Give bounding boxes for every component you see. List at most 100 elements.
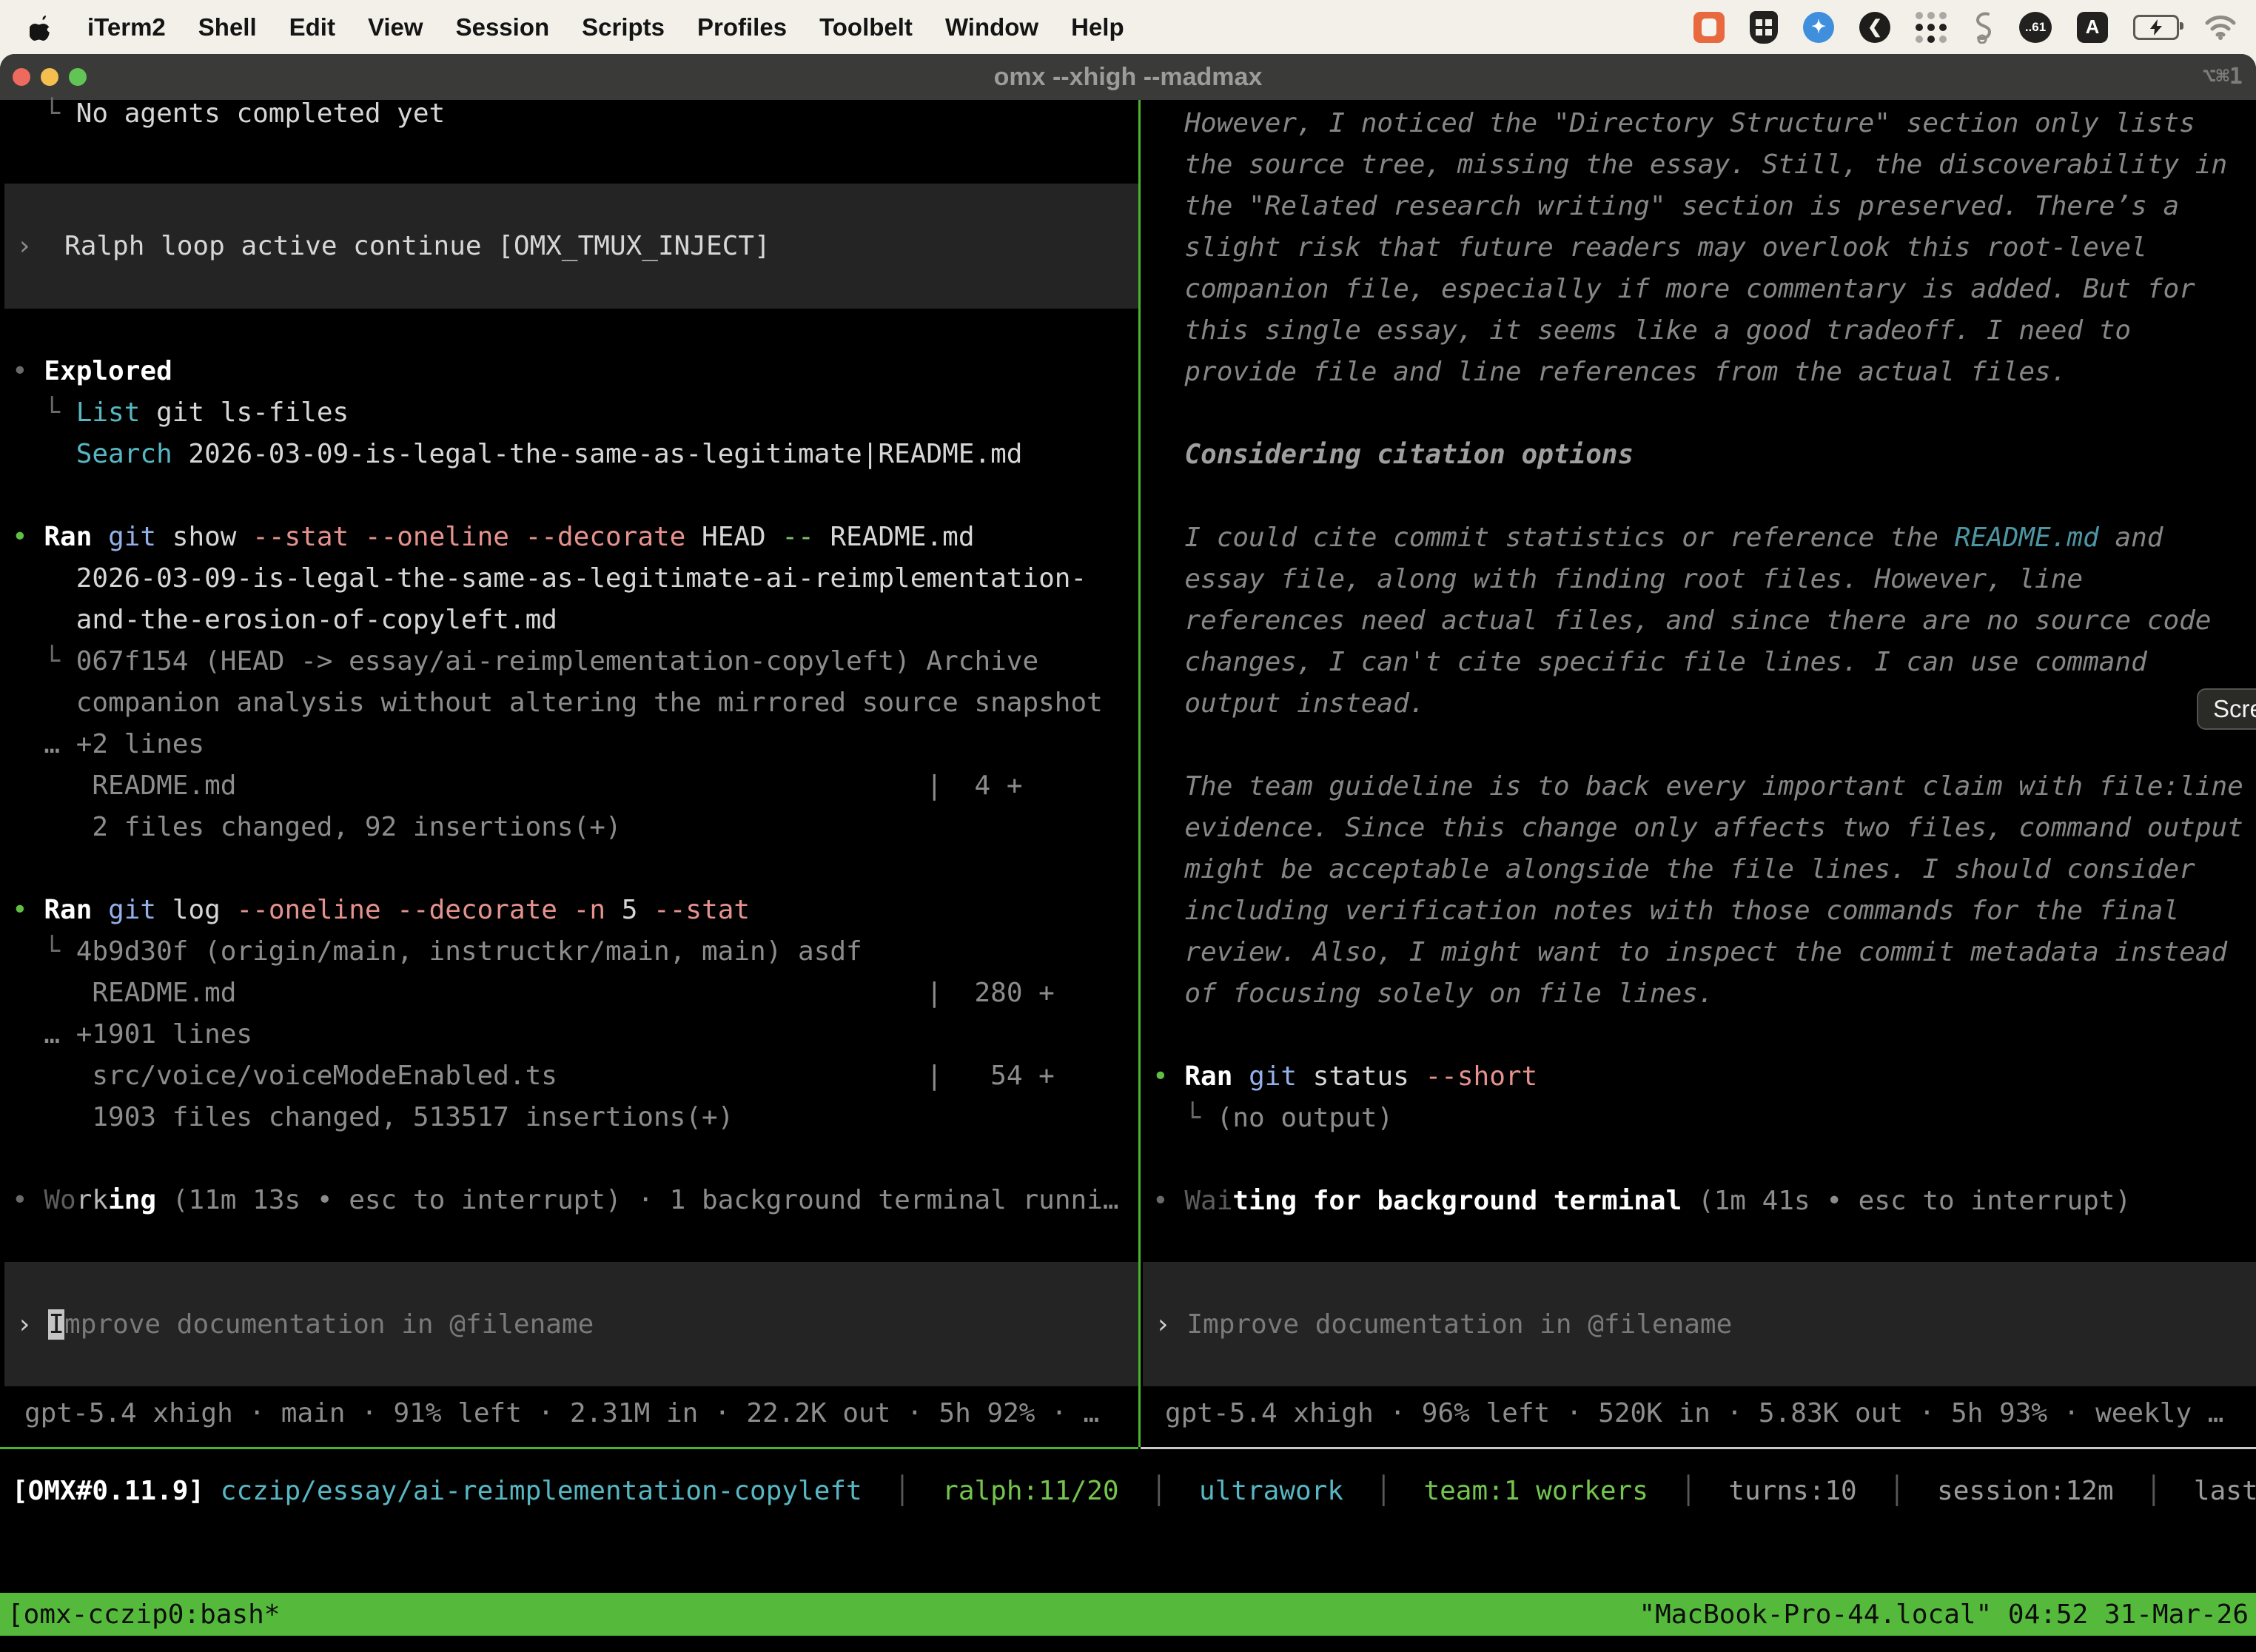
screen-notification-button[interactable]: Scre (2197, 688, 2256, 730)
orange-chat-glyph (1693, 12, 1725, 43)
crescent-circle-icon[interactable]: ❮ (1859, 12, 1890, 43)
apple-menu-icon[interactable] (30, 13, 55, 42)
terminal-line: └ (no output) (1152, 1098, 2243, 1139)
terminal-line (1152, 725, 2243, 766)
prompt-placeholder: Improve documentation in @filename (1186, 1309, 1732, 1340)
terminal-line: 1903 files changed, 513517 insertions(+) (12, 1097, 1119, 1138)
terminal-line: provide file and line references from th… (1152, 352, 2243, 393)
menu-item-session[interactable]: Session (456, 13, 550, 41)
dots-grid-glyph (1916, 12, 1947, 43)
terminal-line: of focusing solely on file lines. (1152, 973, 2243, 1015)
wifi-glyph (2204, 14, 2237, 41)
left-pane-top-line: └ No agents completed yet (12, 93, 445, 135)
terminal-line: and-the-erosion-of-copyleft.md (12, 600, 1119, 641)
menu-item-toolbelt[interactable]: Toolbelt (819, 13, 913, 41)
terminal-line: this single essay, it seems like a good … (1152, 310, 2243, 352)
terminal-line: src/voice/voiceModeEnabled.ts| 54 + (12, 1055, 1119, 1097)
keypad-shield-glyph (1750, 11, 1778, 44)
window-shortcut-badge: ⌥⌘1 (2203, 54, 2243, 100)
terminal-line: 2 files changed, 92 insertions(+) (12, 807, 1119, 848)
prompt-placeholder: mprove documentation in @filename (64, 1309, 594, 1340)
menu-item-window[interactable]: Window (945, 13, 1038, 41)
right-prompt-input[interactable]: › Improve documentation in @filename (1143, 1262, 2256, 1386)
terminal-line: However, I noticed the "Directory Struct… (1152, 103, 2243, 144)
terminal-line: companion analysis without altering the … (12, 682, 1119, 724)
orange-chat-icon[interactable] (1693, 12, 1725, 43)
battery-percent-circle-icon[interactable]: ..61 (2019, 12, 2052, 43)
menu-bar: iTerm2 Shell Edit View Session Scripts Profile… (0, 0, 2256, 54)
menu-item-scripts[interactable]: Scripts (582, 13, 665, 41)
terminal-line: references need actual files, and since … (1152, 600, 2243, 642)
menu-item-iterm2[interactable]: iTerm2 (87, 13, 166, 41)
terminal-line: └ 067f154 (HEAD -> essay/ai-reimplementa… (12, 641, 1119, 682)
input-source-icon[interactable]: A (2077, 12, 2108, 43)
terminal-line: Considering citation options (1152, 434, 2243, 476)
dots-grid-icon[interactable] (1916, 12, 1947, 43)
pane-divider[interactable] (1138, 100, 1141, 1447)
menu-item-profiles[interactable]: Profiles (697, 13, 787, 41)
squiggle-icon[interactable] (1972, 11, 1994, 44)
omx-status-line: [OMX#0.11.9] cczip/essay/ai-reimplementa… (12, 1471, 2256, 1512)
right-pane-bottom-border (1141, 1447, 2256, 1449)
menu-item-view[interactable]: View (368, 13, 423, 41)
terminal-line (12, 475, 1119, 517)
terminal-line: • Ran git show --stat --oneline --decora… (12, 517, 1119, 558)
battery-percent-label: ..61 (2019, 12, 2052, 43)
terminal-line (12, 1138, 1119, 1180)
keypad-shield-icon[interactable] (1750, 11, 1778, 44)
blue-badge-glyph: ✦ (1803, 12, 1834, 43)
terminal-line (1152, 1139, 2243, 1181)
terminal-line: essay file, along with finding root file… (1152, 559, 2243, 600)
text-cursor: I (48, 1309, 64, 1340)
battery-icon[interactable] (2133, 15, 2179, 40)
terminal-line: • Ran git log --oneline --decorate -n 5 … (12, 890, 1119, 931)
terminal-line: • Ran git status --short (1152, 1056, 2243, 1098)
crescent-glyph: ❮ (1859, 12, 1890, 43)
terminal-content: └ No agents completed yet › Ralph loop a… (0, 100, 2256, 1652)
terminal-line: The team guideline is to back every impo… (1152, 766, 2243, 807)
terminal-line: README.md| 4 + (12, 765, 1119, 807)
terminal-line (1152, 1015, 2243, 1056)
terminal-line (12, 848, 1119, 890)
input-source-label: A (2077, 12, 2108, 43)
right-status-line: gpt-5.4 xhigh · 96% left · 520K in · 5.8… (1165, 1393, 2223, 1434)
screen-notification-label: Scre (2213, 695, 2256, 723)
prompt-chevron-icon: › (16, 1309, 48, 1340)
terminal-line: Search 2026-03-09-is-legal-the-same-as-l… (12, 434, 1119, 475)
history-message: › Ralph loop active continue [OMX_TMUX_I… (16, 226, 771, 267)
terminal-line: … +1901 lines (12, 1014, 1119, 1055)
right-pane: However, I noticed the "Directory Struct… (1152, 103, 2243, 1222)
left-prompt-input[interactable]: › Improve documentation in @filename (4, 1262, 1138, 1386)
terminal-line (1152, 393, 2243, 434)
terminal-line: companion file, especially if more comme… (1152, 269, 2243, 310)
wifi-icon[interactable] (2204, 14, 2237, 41)
terminal-line (1152, 476, 2243, 517)
battery-glyph (2133, 15, 2179, 40)
menu-item-help[interactable]: Help (1071, 13, 1124, 41)
menu-items: iTerm2 Shell Edit View Session Scripts Profile… (65, 13, 1124, 41)
terminal-line: evidence. Since this change only affects… (1152, 807, 2243, 849)
terminal-line: the source tree, missing the essay. Stil… (1152, 144, 2243, 186)
terminal-line: might be acceptable alongside the file l… (1152, 849, 2243, 890)
terminal-line: … +2 lines (12, 724, 1119, 765)
tmux-status-bar: [omx-cczip0:bash* "MacBook-Pro-44.local"… (0, 1593, 2256, 1636)
terminal-line: the "Related research writing" section i… (1152, 186, 2243, 227)
menu-item-edit[interactable]: Edit (289, 13, 335, 41)
terminal-line: review. Also, I might want to inspect th… (1152, 932, 2243, 973)
terminal-line: I could cite commit statistics or refere… (1152, 517, 2243, 559)
apple-logo-icon (30, 13, 55, 42)
menubar-status-icons: ✦ ❮ ..61 A (1693, 11, 2237, 44)
left-pane: • Explored └ List git ls-files Search 20… (12, 351, 1119, 1221)
terminal-line: └ 4b9d30f (origin/main, instructkr/main,… (12, 931, 1119, 973)
terminal-window: omx --xhigh --madmax ⌥⌘1 └ No agents com… (0, 54, 2256, 1652)
terminal-line: slight risk that future readers may over… (1152, 227, 2243, 269)
left-status-line: gpt-5.4 xhigh · main · 91% left · 2.31M … (24, 1393, 1099, 1434)
terminal-line: output instead. (1152, 683, 2243, 725)
prompt-chevron-icon: › (1155, 1309, 1186, 1340)
terminal-line: • Waiting for background terminal (1m 41… (1152, 1181, 2243, 1222)
menu-item-shell[interactable]: Shell (198, 13, 257, 41)
blue-badge-icon[interactable]: ✦ (1803, 12, 1834, 43)
terminal-line: 2026-03-09-is-legal-the-same-as-legitima… (12, 558, 1119, 600)
terminal-line: • Explored (12, 351, 1119, 392)
terminal-line: changes, I can't cite specific file line… (1152, 642, 2243, 683)
